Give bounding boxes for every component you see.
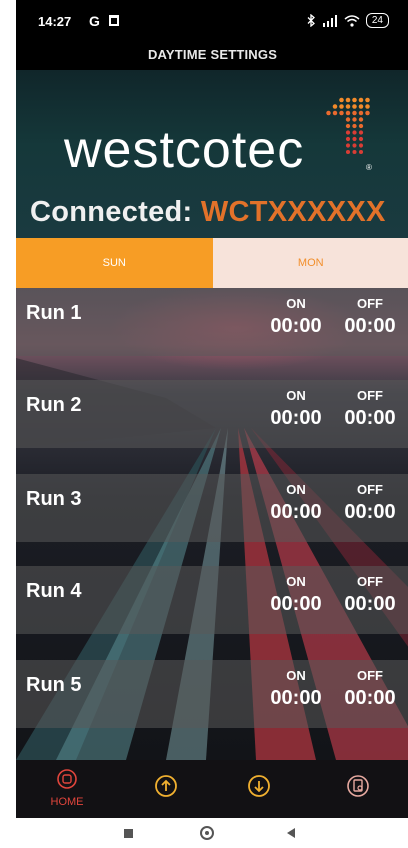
signal-icon <box>322 14 337 27</box>
off-time[interactable]: 00:00 <box>338 315 402 338</box>
on-time[interactable]: 00:00 <box>264 687 328 710</box>
on-time-column[interactable]: ON 00:00 <box>264 388 328 430</box>
connected-label: Connected: <box>30 196 193 228</box>
app-screen: 14:27 G 24 DAYTIME SETTINGS westcotec ® … <box>16 0 408 818</box>
trash-icon <box>109 15 119 26</box>
run-row-3[interactable]: Run 3 ON 00:00 OFF 00:00 <box>16 474 408 542</box>
nav-home[interactable]: HOME <box>42 768 92 808</box>
off-time-column[interactable]: OFF 00:00 <box>338 482 402 524</box>
recents-icon[interactable] <box>124 829 133 838</box>
off-time-column[interactable]: OFF 00:00 <box>338 668 402 710</box>
tab-sun[interactable]: SUN <box>16 238 213 288</box>
off-time[interactable]: 00:00 <box>338 593 402 616</box>
nav-upload[interactable] <box>141 768 191 804</box>
on-header: ON <box>286 388 306 403</box>
on-time-column[interactable]: ON 00:00 <box>264 668 328 710</box>
wifi-icon <box>344 14 360 27</box>
off-time[interactable]: 00:00 <box>338 501 402 524</box>
bluetooth-icon <box>307 14 315 27</box>
on-time[interactable]: 00:00 <box>264 315 328 338</box>
google-icon: G <box>89 13 100 29</box>
on-header: ON <box>286 574 306 589</box>
home-icon <box>57 769 77 789</box>
on-time[interactable]: 00:00 <box>264 407 328 430</box>
off-time-column[interactable]: OFF 00:00 <box>338 388 402 430</box>
upload-icon <box>155 775 177 797</box>
status-bar: 14:27 G 24 <box>16 0 408 40</box>
on-time[interactable]: 00:00 <box>264 593 328 616</box>
off-header: OFF <box>357 574 383 589</box>
off-header: OFF <box>357 482 383 497</box>
screen-title: DAYTIME SETTINGS <box>16 40 408 70</box>
run-label: Run 1 <box>26 302 82 324</box>
off-time-column[interactable]: OFF 00:00 <box>338 574 402 616</box>
tab-mon[interactable]: MON <box>212 238 408 288</box>
run-row-4[interactable]: Run 4 ON 00:00 OFF 00:00 <box>16 566 408 634</box>
logo-text: westcotec <box>64 121 305 179</box>
off-time[interactable]: 00:00 <box>338 687 402 710</box>
svg-text:®: ® <box>366 163 372 172</box>
day-tabs: SUN MON <box>16 238 408 288</box>
on-time[interactable]: 00:00 <box>264 501 328 524</box>
off-header: OFF <box>357 388 383 403</box>
brand-header: westcotec ® Connected: WCTXXXXXX <box>16 70 408 238</box>
device-settings-icon <box>347 775 369 797</box>
run-row-5[interactable]: Run 5 ON 00:00 OFF 00:00 <box>16 660 408 728</box>
battery-icon: 24 <box>365 13 389 28</box>
on-header: ON <box>286 482 306 497</box>
off-time[interactable]: 00:00 <box>338 407 402 430</box>
bottom-nav: HOME <box>16 760 408 818</box>
status-time: 14:27 <box>38 14 72 29</box>
off-time-column[interactable]: OFF 00:00 <box>338 296 402 338</box>
nav-home-label: HOME <box>50 796 84 808</box>
home-button-icon[interactable] <box>200 826 214 840</box>
off-header: OFF <box>357 296 383 311</box>
on-header: ON <box>286 296 306 311</box>
westcotec-logo-icon: ® <box>326 97 372 172</box>
run-row-2[interactable]: Run 2 ON 00:00 OFF 00:00 <box>16 380 408 448</box>
run-label: Run 5 <box>26 674 82 696</box>
run-row-1[interactable]: Run 1 ON 00:00 OFF 00:00 <box>16 288 408 356</box>
run-label: Run 3 <box>26 488 82 510</box>
runs-list: Run 1 ON 00:00 OFF 00:00 Run 2 ON 00:00 … <box>16 288 408 760</box>
run-label: Run 4 <box>26 580 82 602</box>
on-time-column[interactable]: ON 00:00 <box>264 296 328 338</box>
back-icon[interactable] <box>287 828 295 838</box>
nav-download[interactable] <box>234 768 284 804</box>
status-icons: 24 <box>307 13 389 28</box>
on-time-column[interactable]: ON 00:00 <box>264 482 328 524</box>
off-header: OFF <box>357 668 383 683</box>
download-icon <box>248 775 270 797</box>
run-label: Run 2 <box>26 394 82 416</box>
system-nav-bar <box>0 818 408 848</box>
device-id: WCTXXXXXX <box>200 196 386 228</box>
connection-status: Connected: WCTXXXXXX <box>30 196 386 229</box>
on-time-column[interactable]: ON 00:00 <box>264 574 328 616</box>
on-header: ON <box>286 668 306 683</box>
nav-device-settings[interactable] <box>333 768 383 803</box>
